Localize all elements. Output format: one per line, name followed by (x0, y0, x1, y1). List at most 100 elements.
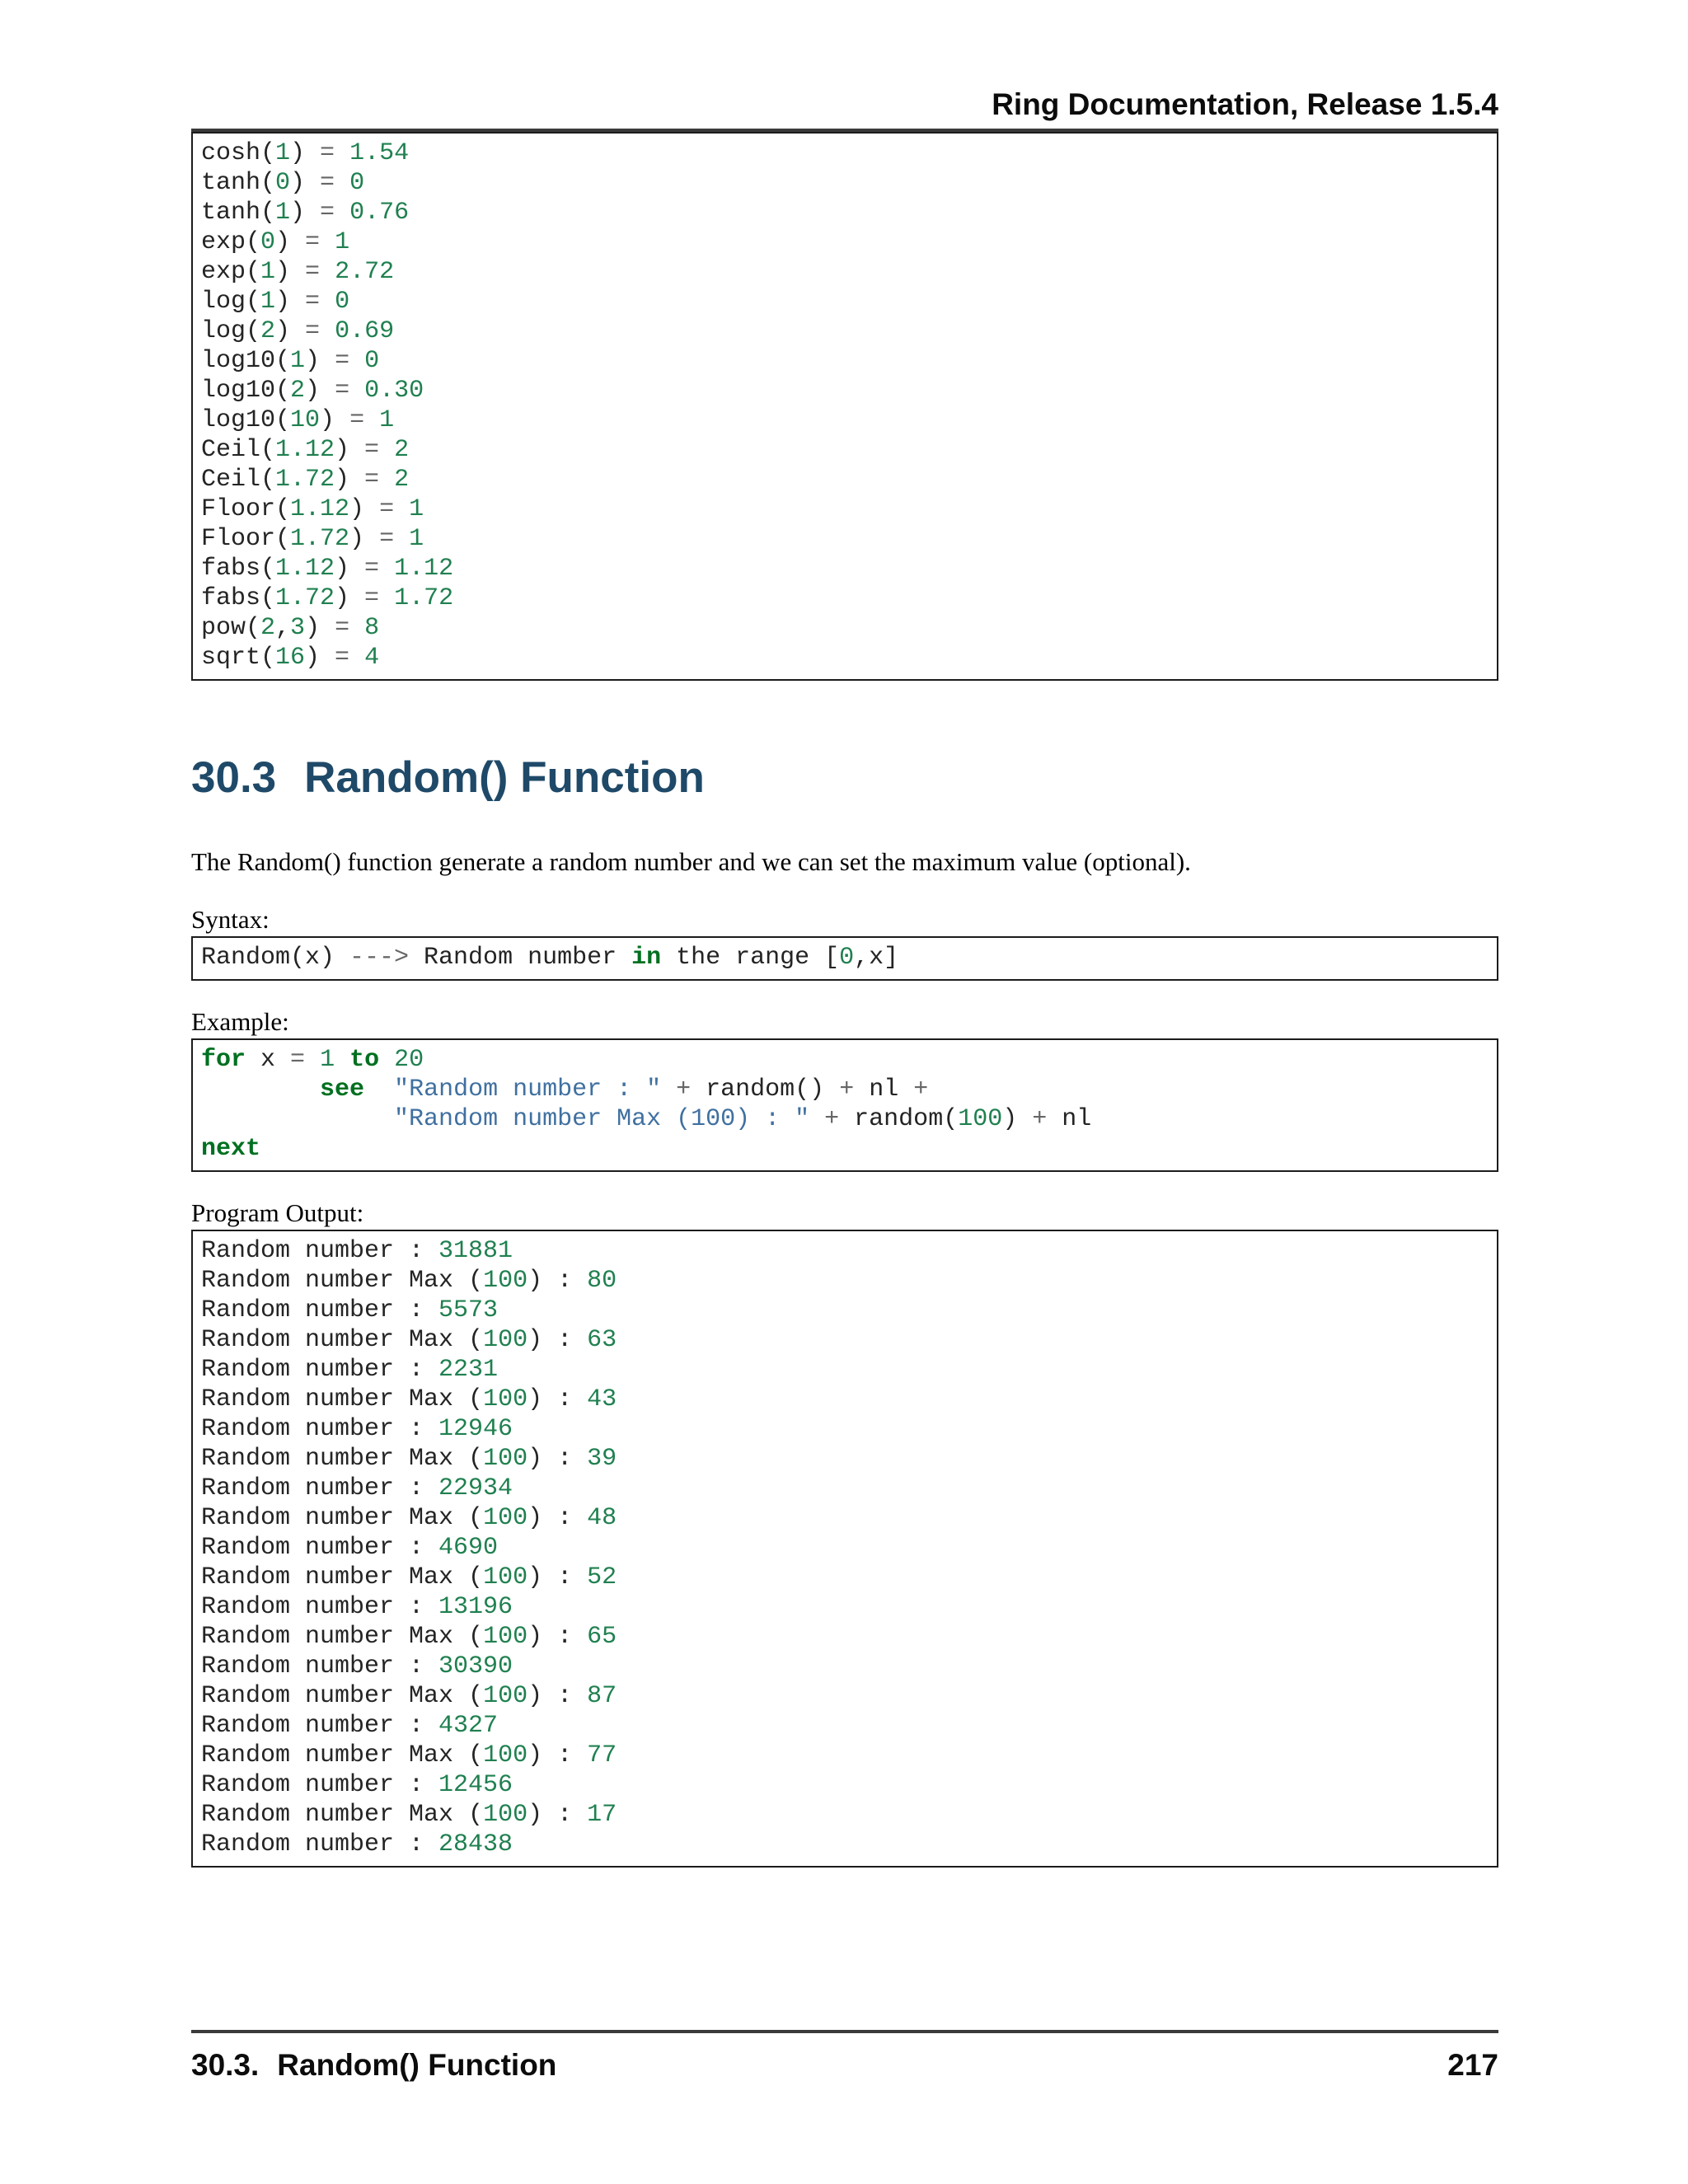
code-token: nl (854, 1076, 913, 1104)
code-token (320, 317, 335, 345)
code-line: Random number Max (100) : 65 (201, 1622, 1487, 1652)
code-token: = (364, 466, 379, 494)
code-token (320, 258, 335, 286)
code-token: ) (290, 139, 320, 167)
footer-row: 30.3.Random() Function 217 (191, 2033, 1498, 2083)
code-token: ) : (528, 1385, 587, 1413)
code-line: fabs(1.12) = 1.12 (201, 554, 1487, 583)
code-token: 1.12 (394, 555, 453, 583)
code-token (364, 1076, 394, 1104)
code-token: Random number : (201, 1237, 438, 1265)
code-token: Random number Max ( (201, 1445, 483, 1473)
code-token: = (320, 169, 335, 197)
code-token: "Random number : " (394, 1076, 661, 1104)
code-token: ) : (528, 1445, 587, 1473)
code-token: 0.30 (364, 377, 424, 405)
code-line: Random number : 4690 (201, 1533, 1487, 1563)
code-token: 80 (587, 1267, 617, 1295)
code-token: = (305, 288, 320, 316)
code-token: 48 (587, 1504, 617, 1532)
code-line: Random number Max (100) : 43 (201, 1385, 1487, 1414)
code-token: 100 (483, 1801, 528, 1829)
footer-section-name: Random() Function (277, 2048, 556, 2082)
code-token: + (676, 1076, 691, 1104)
code-token: ) (290, 169, 320, 197)
code-token: Random number Max ( (201, 1682, 483, 1710)
code-line: pow(2,3) = 8 (201, 613, 1487, 643)
code-token: tanh( (201, 169, 275, 197)
program-output-label: Program Output: (191, 1197, 1498, 1230)
section-number: 30.3 (191, 753, 276, 802)
code-token: ) (335, 584, 364, 612)
code-token: = (335, 644, 349, 672)
code-line: exp(1) = 2.72 (201, 257, 1487, 287)
code-token: sqrt( (201, 644, 275, 672)
code-token (349, 614, 364, 642)
code-token: the range [ (661, 944, 839, 972)
code-token: 39 (587, 1445, 617, 1473)
code-line: see "Random number : " + random() + nl + (201, 1075, 1487, 1104)
code-token: Random number : (201, 1830, 438, 1858)
code-token: = (335, 347, 349, 375)
code-token: 100 (483, 1385, 528, 1413)
code-token: 5573 (438, 1296, 498, 1324)
code-line: Random number : 31881 (201, 1236, 1487, 1266)
code-line: Random number : 28438 (201, 1830, 1487, 1859)
code-token: + (824, 1105, 839, 1133)
code-token: 13196 (438, 1593, 513, 1621)
code-token: ,x] (854, 944, 898, 972)
code-token: 12456 (438, 1771, 513, 1799)
code-token: ) (305, 644, 335, 672)
code-token: 2 (394, 466, 409, 494)
footer-section-title: 30.3.Random() Function (191, 2048, 556, 2083)
code-token: Floor( (201, 495, 290, 523)
code-line: Random number : 2231 (201, 1355, 1487, 1385)
code-line: Floor(1.72) = 1 (201, 524, 1487, 554)
code-line: log10(2) = 0.30 (201, 376, 1487, 405)
code-token: Random number : (201, 1474, 438, 1502)
code-line: Random number : 4327 (201, 1711, 1487, 1741)
code-token: ) : (528, 1326, 587, 1354)
code-token: pow( (201, 614, 260, 642)
code-token: log10( (201, 406, 290, 434)
code-token: 1.72 (290, 525, 349, 553)
code-token: Random number Max ( (201, 1504, 483, 1532)
code-token: next (201, 1135, 260, 1163)
code-token: = (349, 406, 364, 434)
code-token: Random number : (201, 1771, 438, 1799)
code-token: ) (305, 347, 335, 375)
code-token: 1 (275, 199, 290, 227)
code-token: 100 (483, 1623, 528, 1651)
code-token: 2231 (438, 1356, 498, 1384)
code-token (335, 199, 349, 227)
code-token: 100 (483, 1326, 528, 1354)
code-token: ) : (528, 1623, 587, 1651)
code-token: = (305, 317, 320, 345)
code-line: sqrt(16) = 4 (201, 643, 1487, 673)
code-token: ) (305, 377, 335, 405)
code-line: for x = 1 to 20 (201, 1045, 1487, 1075)
code-token: 1.12 (275, 555, 335, 583)
intro-paragraph: The Random() function generate a random … (191, 846, 1498, 879)
code-token: 10 (290, 406, 320, 434)
code-token (809, 1105, 824, 1133)
syntax-label: Syntax: (191, 903, 1498, 936)
code-block-syntax: Random(x) ---> Random number in the rang… (191, 936, 1498, 981)
code-token: 1 (290, 347, 305, 375)
code-token: 4 (364, 644, 379, 672)
section-heading: 30.3Random() Function (191, 753, 1498, 803)
code-token: ) : (528, 1267, 587, 1295)
code-token (379, 466, 394, 494)
code-token: 8 (364, 614, 379, 642)
code-token: Random number : (201, 1712, 438, 1740)
code-block-math-output: cosh(1) = 1.54tanh(0) = 0tanh(1) = 0.76e… (191, 132, 1498, 681)
code-token: see (320, 1076, 364, 1104)
code-token: 1.12 (290, 495, 349, 523)
code-token: 100 (483, 1445, 528, 1473)
code-token: Random number Max ( (201, 1326, 483, 1354)
code-line: Random number : 22934 (201, 1474, 1487, 1503)
code-token: 2 (290, 377, 305, 405)
code-token: Random number Max ( (201, 1623, 483, 1651)
code-token: 4690 (438, 1534, 498, 1562)
document-page: Ring Documentation, Release 1.5.4 cosh(1… (0, 0, 1688, 2184)
